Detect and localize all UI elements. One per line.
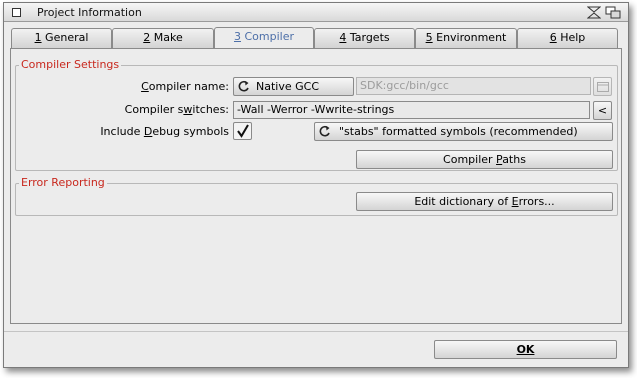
compiler-name-label: Compiler name: [141, 80, 229, 93]
project-information-window: Project Information 1 General 2 Make 3 C… [3, 2, 629, 368]
tab-help[interactable]: 6 Help [517, 28, 618, 48]
tab-compiler[interactable]: 3 Compiler [214, 27, 314, 49]
tab-environment[interactable]: 5 Environment [415, 28, 517, 48]
path-select-button [593, 77, 612, 96]
compiler-paths-button[interactable]: Compiler Paths [356, 150, 613, 169]
cycle-icon [319, 125, 330, 137]
drawer-icon [597, 82, 609, 92]
compiler-switches-label: Compiler switches: [124, 103, 229, 116]
error-reporting-legend: Error Reporting [19, 176, 107, 189]
compiler-settings-group: Compiler Settings Compiler name: Native … [15, 58, 618, 171]
tab-make[interactable]: 2 Make [112, 28, 214, 48]
bottom-button-bar: OK [4, 331, 628, 367]
compiler-path-field: SDK:gcc/bin/gcc [356, 77, 591, 95]
compiler-settings-legend: Compiler Settings [19, 58, 122, 71]
cycle-icon [238, 80, 249, 92]
compiler-tab-panel: Compiler Settings Compiler name: Native … [10, 48, 622, 324]
error-reporting-group: Error Reporting Edit dictionary of Error… [15, 176, 618, 216]
title-bar[interactable]: Project Information [4, 3, 628, 22]
tab-general[interactable]: 1 General [11, 28, 112, 48]
debug-symbols-checkbox[interactable] [233, 122, 252, 140]
depth-icon[interactable] [605, 6, 621, 19]
debug-symbols-label: Include Debug symbols [100, 125, 229, 138]
compiler-switches-input[interactable]: -Wall -Werror -Wwrite-strings [233, 101, 590, 119]
window-title: Project Information [37, 6, 142, 19]
checkmark-icon [237, 124, 249, 138]
debug-format-cycle[interactable]: "stabs" formatted symbols (recommended) [314, 122, 613, 141]
compiler-name-cycle[interactable]: Native GCC [233, 77, 354, 96]
close-icon[interactable] [12, 8, 21, 17]
ok-button[interactable]: OK [434, 340, 617, 359]
tab-targets[interactable]: 4 Targets [314, 28, 415, 48]
switches-append-button[interactable]: < [593, 101, 612, 120]
zoom-icon[interactable] [587, 6, 601, 19]
edit-errors-dictionary-button[interactable]: Edit dictionary of Errors... [356, 192, 613, 211]
